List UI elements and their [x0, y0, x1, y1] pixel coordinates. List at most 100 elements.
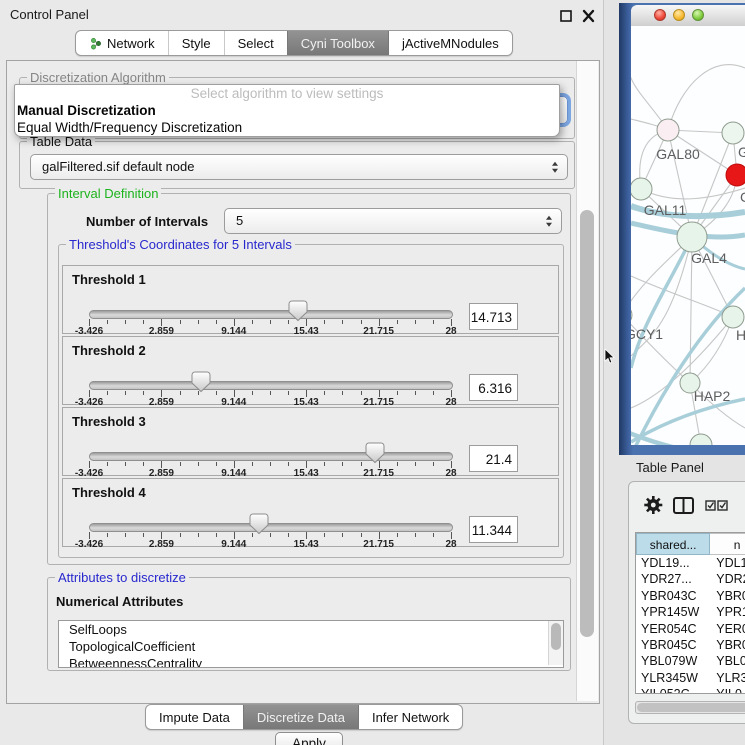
attributes-scrollbar[interactable]: [548, 621, 563, 665]
table-row[interactable]: YLR345WYLR3: [636, 670, 745, 686]
tab-impute-data[interactable]: Impute Data: [146, 705, 243, 729]
network-canvas[interactable]: GAL80GACGAL11GAL4GCY1HHAP2: [631, 26, 745, 445]
tab-style[interactable]: Style: [168, 31, 224, 55]
table-row[interactable]: YBR045CYBR0: [636, 637, 745, 653]
tick-mark: [216, 391, 217, 395]
tick-label: 9.144: [221, 539, 246, 550]
attributes-fieldset: Attributes to discretize Numerical Attri…: [47, 577, 571, 671]
tick-label: 21.715: [363, 539, 394, 550]
network-node[interactable]: [690, 434, 712, 445]
tick-mark: [342, 462, 343, 466]
tick-label: 28: [445, 539, 456, 550]
tab-jactivemnodules[interactable]: jActiveMNodules: [388, 31, 512, 55]
tick-mark: [397, 320, 398, 324]
network-node-ga[interactable]: [722, 122, 744, 144]
table-data-select[interactable]: galFiltered.sif default node: [30, 154, 568, 180]
table-row[interactable]: YIL052CYIL0: [636, 686, 745, 693]
column-header-name[interactable]: n: [710, 533, 745, 555]
network-node-gal4[interactable]: [677, 222, 707, 252]
table-row[interactable]: YER054CYER0: [636, 621, 745, 637]
mac-minimize-icon[interactable]: [673, 9, 685, 21]
combo-stepper-icon: [552, 162, 558, 173]
tick-mark: [89, 532, 90, 539]
cell-name: YPR1: [710, 604, 745, 620]
tick-mark: [216, 533, 217, 537]
slider-thumb-icon[interactable]: [288, 300, 308, 322]
table-panel: shared... n YDL19...YDL1YDR27...YDR2YBR0…: [628, 481, 745, 724]
slider-thumb-icon[interactable]: [191, 371, 211, 393]
tick-mark: [415, 391, 416, 395]
slider-track[interactable]: [89, 523, 453, 532]
split-view-icon[interactable]: [673, 497, 695, 519]
tick-mark: [161, 319, 162, 326]
network-node-gal11[interactable]: [631, 178, 652, 200]
tick-mark: [252, 462, 253, 466]
network-window-titlebar[interactable]: [631, 5, 745, 27]
apply-button[interactable]: Apply: [275, 732, 343, 745]
float-window-icon[interactable]: [559, 9, 575, 23]
tick-mark: [379, 532, 380, 539]
mac-zoom-icon[interactable]: [692, 9, 704, 21]
tab-infer-network[interactable]: Infer Network: [358, 705, 462, 729]
mac-close-icon[interactable]: [654, 9, 666, 21]
table-row[interactable]: YPR145WYPR1: [636, 604, 745, 620]
slider-thumb-icon[interactable]: [365, 442, 385, 464]
table-horizontal-scrollbar[interactable]: [635, 701, 745, 714]
network-node-h[interactable]: [722, 306, 744, 328]
threshold-panel: Threshold 3-3.4262.8599.14415.4321.71528…: [62, 407, 559, 476]
threshold-panel: Threshold 4-3.4262.8599.14415.4321.71528…: [62, 478, 559, 547]
gear-icon[interactable]: [643, 495, 663, 520]
attribute-item-topologicalcoefficient[interactable]: TopologicalCoefficient: [59, 638, 563, 655]
node-label: H: [736, 327, 745, 343]
attribute-item-betweennesscentrality[interactable]: BetweennessCentrality: [59, 655, 563, 668]
tab-discretize-data[interactable]: Discretize Data: [243, 705, 358, 729]
control-panel-tabbar: NetworkStyleSelectCyni ToolboxjActiveMNo…: [75, 30, 513, 56]
threshold-panel: Threshold 2-3.4262.8599.14415.4321.71528…: [62, 336, 559, 405]
numerical-attributes-list[interactable]: SelfLoopsTopologicalCoefficientBetweenne…: [58, 620, 564, 668]
node-attribute-table[interactable]: shared... n YDL19...YDL1YDR27...YDR2YBR0…: [635, 532, 745, 694]
tick-mark: [198, 533, 199, 537]
scrollbar-thumb[interactable]: [637, 703, 745, 712]
threshold-value-field[interactable]: 11.344: [469, 516, 518, 543]
network-edge: [668, 65, 745, 130]
tick-mark: [270, 462, 271, 466]
checkbox-columns-icon[interactable]: [705, 499, 729, 517]
column-header-shared-name[interactable]: shared...: [636, 533, 710, 555]
threshold-value-field[interactable]: 6.316: [469, 374, 518, 401]
panel-vertical-scrollbar[interactable]: [576, 61, 598, 701]
slider-track[interactable]: [89, 310, 453, 319]
slider-track[interactable]: [89, 381, 453, 390]
table-row[interactable]: YBR043CYBR0: [636, 588, 745, 604]
tick-mark: [234, 532, 235, 539]
network-node-gal80[interactable]: [657, 119, 679, 141]
dropdown-option-equal-width-frequency-discretization[interactable]: Equal Width/Frequency Discretization: [15, 119, 559, 136]
tick-mark: [234, 390, 235, 397]
cell-shared-name: YPR145W: [636, 604, 710, 620]
slider-track[interactable]: [89, 452, 453, 461]
threshold-value-field[interactable]: 14.713: [469, 303, 518, 330]
tick-mark: [361, 391, 362, 395]
cell-name: YBR0: [710, 637, 745, 653]
threshold-value-field[interactable]: 21.4: [469, 445, 518, 472]
tick-mark: [288, 462, 289, 466]
tab-network[interactable]: Network: [76, 31, 168, 55]
network-node-gcy1[interactable]: [631, 305, 632, 325]
tick-mark: [161, 461, 162, 468]
table-row[interactable]: YBL079WYBL0: [636, 653, 745, 669]
network-node-c[interactable]: [726, 164, 745, 186]
node-label: GA: [738, 144, 745, 160]
dropdown-option-manual-discretization[interactable]: Manual Discretization: [15, 102, 559, 119]
scrollbar-thumb[interactable]: [580, 210, 594, 637]
slider-thumb-icon[interactable]: [249, 513, 269, 535]
num-intervals-select[interactable]: 5: [224, 208, 562, 234]
tab-select[interactable]: Select: [224, 31, 287, 55]
cell-shared-name: YBL079W: [636, 653, 710, 669]
tab-cyni-toolbox[interactable]: Cyni Toolbox: [287, 31, 388, 55]
table-row[interactable]: YDR27...YDR2: [636, 571, 745, 587]
close-icon[interactable]: [581, 9, 597, 23]
attribute-item-selfloops[interactable]: SelfLoops: [59, 621, 563, 638]
table-row[interactable]: YDL19...YDL1: [636, 555, 745, 571]
dropdown-placeholder-item[interactable]: Select algorithm to view settings: [15, 85, 559, 102]
scrollbar-thumb[interactable]: [551, 623, 561, 650]
tick-mark: [125, 320, 126, 324]
